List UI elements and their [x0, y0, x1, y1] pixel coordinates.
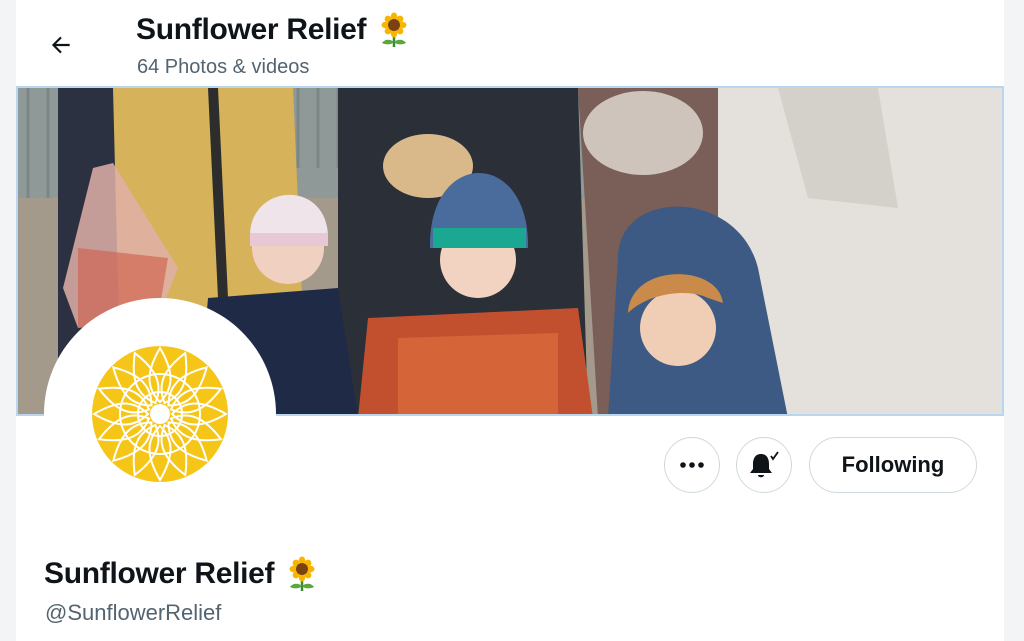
notifications-button[interactable] — [736, 437, 792, 493]
more-icon — [680, 462, 704, 468]
profile-handle: @SunflowerRelief — [45, 600, 222, 625]
profile-name-text: Sunflower Relief — [44, 557, 275, 590]
header-title: Sunflower Relief — [136, 12, 412, 48]
profile-name: Sunflower Relief — [44, 556, 320, 592]
media-count: 64 Photos & videos — [137, 56, 310, 78]
back-button[interactable] — [42, 26, 80, 64]
profile-header: Sunflower Relief 64 Photos & videos — [16, 0, 1004, 86]
sunflower-logo-icon — [92, 346, 228, 482]
following-button[interactable]: Following — [809, 437, 977, 493]
more-button[interactable] — [664, 437, 720, 493]
sunflower-emoji-icon — [381, 12, 407, 47]
profile-page: Sunflower Relief 64 Photos & videos Foll… — [16, 0, 1004, 641]
arrow-left-icon — [51, 36, 70, 54]
profile-avatar[interactable] — [44, 298, 276, 530]
header-title-text: Sunflower Relief — [136, 13, 367, 46]
sunflower-emoji-icon — [289, 556, 315, 591]
bell-subscribed-icon — [750, 451, 779, 478]
